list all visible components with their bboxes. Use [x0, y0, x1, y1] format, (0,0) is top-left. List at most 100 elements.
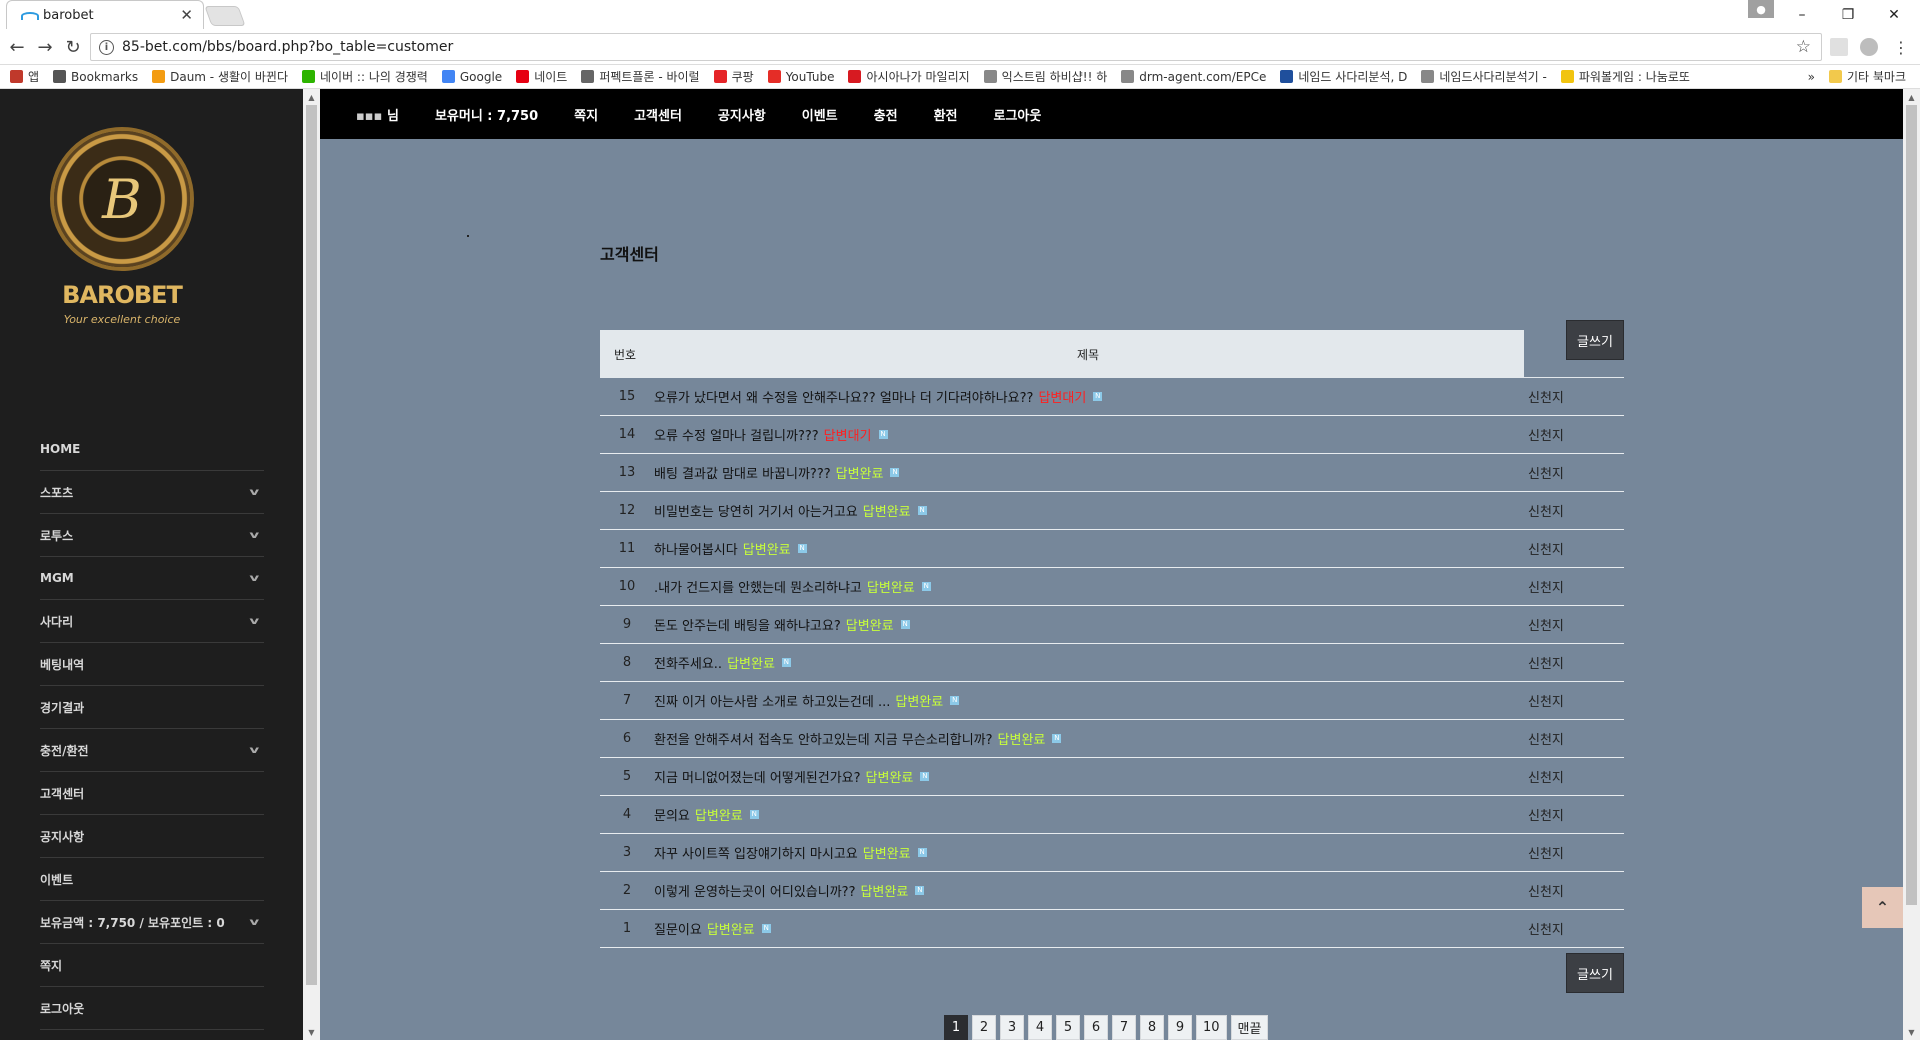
reload-icon[interactable]: ↻	[62, 36, 84, 58]
topnav-link[interactable]: 환전	[934, 105, 958, 124]
post-title[interactable]: 질문이요	[654, 919, 702, 938]
sidebar-item[interactable]: 고객센터	[40, 772, 264, 815]
url-input[interactable]: i 85-bet.com/bbs/board.php?bo_table=cust…	[90, 33, 1822, 61]
post-title[interactable]: 지금 머니없어졌는데 어떻게된건가요?	[654, 767, 861, 786]
barobet-logo[interactable]: B BAROBET Your excellent choice	[52, 131, 192, 331]
bookmark-item[interactable]: Google	[441, 70, 502, 84]
minimize-button[interactable]: –	[1780, 0, 1824, 29]
bookmark-item[interactable]: 파워볼게임 : 나눔로또	[1560, 68, 1690, 85]
sidebar-item[interactable]: 스포츠 v	[40, 471, 264, 514]
post-title[interactable]: .내가 건드지를 안했는데 뭔소리하냐고	[654, 577, 862, 596]
write-button-top[interactable]: 글쓰기	[1566, 320, 1624, 360]
page-button[interactable]: 7	[1112, 1015, 1136, 1040]
post-title-cell[interactable]: 지금 머니없어졌는데 어떻게된건가요? 답변완료 N	[654, 767, 1624, 786]
sidebar-item[interactable]: 쪽지	[40, 944, 264, 987]
chevron-up-icon[interactable]: ⌃	[1862, 887, 1903, 928]
table-row[interactable]: 6 환전을 안해주셔서 접속도 안하고있는데 지금 무슨소리합니까? 답변완료 N 신천…	[600, 720, 1624, 758]
site-info-icon[interactable]: i	[99, 39, 114, 55]
scroll-up-arrow-icon[interactable]: ▲	[303, 89, 320, 105]
topnav-link[interactable]: 충전	[874, 105, 898, 124]
post-title[interactable]: 배팅 결과값 맘대로 바꿉니까???	[654, 463, 831, 482]
extension-globe-icon[interactable]	[1860, 38, 1878, 56]
table-row[interactable]: 12 비밀번호는 당연히 거기서 아는거고요 답변완료 N 신천지	[600, 492, 1624, 530]
post-title[interactable]: 돈도 안주는데 배팅을 왜하냐고요?	[654, 615, 841, 634]
page-button[interactable]: 맨끝	[1230, 1015, 1269, 1040]
post-title[interactable]: 환전을 안해주셔서 접속도 안하고있는데 지금 무슨소리합니까?	[654, 729, 993, 748]
table-row[interactable]: 13 배팅 결과값 맘대로 바꿉니까??? 답변완료 N 신천지	[600, 454, 1624, 492]
sidebar-item[interactable]: 사다리 v	[40, 600, 264, 643]
table-row[interactable]: 2 이렇게 운영하는곳이 어디있습니까?? 답변완료 N 신천지	[600, 872, 1624, 910]
table-row[interactable]: 10 .내가 건드지를 안했는데 뭔소리하냐고 답변완료 N 신천지	[600, 568, 1624, 606]
page-scrollbar[interactable]: ▲ ▼	[1903, 89, 1920, 1040]
post-title[interactable]: 오류 수정 얼마나 걸립니까???	[654, 425, 819, 444]
bookmark-item[interactable]: Daum - 생활이 바뀐다	[152, 68, 288, 85]
post-title-cell[interactable]: 문의요 답변완료 N	[654, 805, 1624, 824]
sidebar-item[interactable]: 경기결과	[40, 686, 264, 729]
sidebar-item[interactable]: 베팅내역	[40, 643, 264, 686]
topnav-link[interactable]: 이벤트	[802, 105, 838, 124]
page-button[interactable]: 4	[1028, 1015, 1052, 1040]
page-scroll-thumb[interactable]	[1906, 105, 1917, 905]
topnav-link[interactable]: 쪽지	[574, 105, 598, 124]
bookmark-item[interactable]: YouTube	[767, 70, 834, 84]
bookmark-item[interactable]: 쿠팡	[713, 68, 754, 85]
menu-kebab-icon[interactable]: ⋮	[1890, 36, 1912, 58]
page-button[interactable]: 2	[972, 1015, 996, 1040]
bookmarks-overflow-button[interactable]: »	[1808, 70, 1815, 84]
post-title-cell[interactable]: 환전을 안해주셔서 접속도 안하고있는데 지금 무슨소리합니까? 답변완료 N	[654, 729, 1624, 748]
bookmark-item[interactable]: 네임드 사다리분석, D	[1280, 68, 1407, 85]
topnav-link[interactable]: 로그아웃	[994, 105, 1042, 124]
topnav-link[interactable]: 고객센터	[634, 105, 682, 124]
page-button[interactable]: 3	[1000, 1015, 1024, 1040]
tab-close-icon[interactable]: ✕	[180, 6, 193, 24]
scroll-down-arrow-icon[interactable]: ▼	[303, 1024, 320, 1040]
sidebar-item[interactable]: 로투스 v	[40, 514, 264, 557]
post-title[interactable]: 오류가 났다면서 왜 수정을 안해주나요?? 얼마나 더 기다려야하나요??	[654, 387, 1033, 406]
page-button[interactable]: 6	[1084, 1015, 1108, 1040]
new-tab-button[interactable]	[204, 6, 246, 26]
bookmark-item[interactable]: 퍼펙트플론 - 바이럴	[581, 68, 700, 85]
sidebar-item[interactable]: HOME	[40, 428, 264, 471]
page-button[interactable]: 10	[1196, 1015, 1227, 1040]
bookmark-item[interactable]: 익스트림 하비샵!! 하	[983, 68, 1107, 85]
table-row[interactable]: 15 오류가 났다면서 왜 수정을 안해주나요?? 얼마나 더 기다려야하나요??…	[600, 378, 1624, 416]
table-row[interactable]: 7 진짜 이거 아는사람 소개로 하고있는건데 ... 답변완료 N 신천지	[600, 682, 1624, 720]
bookmark-star-icon[interactable]: ☆	[1796, 37, 1811, 57]
profile-icon[interactable]: ●	[1748, 0, 1774, 18]
post-title[interactable]: 자꾸 사이트쪽 입장얘기하지 마시고요	[654, 843, 858, 862]
restore-button[interactable]: ❐	[1826, 0, 1870, 29]
post-title-cell[interactable]: 자꾸 사이트쪽 입장얘기하지 마시고요 답변완료 N	[654, 843, 1624, 862]
page-scroll-down-icon[interactable]: ▼	[1903, 1024, 1920, 1040]
post-title-cell[interactable]: 하나물어봅시다 답변완료 N	[654, 539, 1624, 558]
post-title-cell[interactable]: 진짜 이거 아는사람 소개로 하고있는건데 ... 답변완료 N	[654, 691, 1624, 710]
table-row[interactable]: 8 전화주세요.. 답변완료 N 신천지	[600, 644, 1624, 682]
page-button[interactable]: 5	[1056, 1015, 1080, 1040]
table-row[interactable]: 5 지금 머니없어졌는데 어떻게된건가요? 답변완료 N 신천지	[600, 758, 1624, 796]
extension-cast-icon[interactable]	[1830, 38, 1848, 56]
bookmark-item[interactable]: 네이트	[516, 68, 567, 85]
write-button-bottom[interactable]: 글쓰기	[1566, 953, 1624, 993]
page-scroll-up-icon[interactable]: ▲	[1903, 89, 1920, 105]
forward-arrow-icon[interactable]: →	[34, 36, 56, 58]
table-row[interactable]: 9 돈도 안주는데 배팅을 왜하냐고요? 답변완료 N 신천지	[600, 606, 1624, 644]
bookmark-item[interactable]: 아시아나가 마일리지	[848, 68, 970, 85]
sidebar-item[interactable]: 충전/환전 v	[40, 729, 264, 772]
bookmark-item[interactable]: drm-agent.com/EPCe	[1121, 70, 1266, 84]
post-title-cell[interactable]: 배팅 결과값 맘대로 바꿉니까??? 답변완료 N	[654, 463, 1624, 482]
post-title[interactable]: 진짜 이거 아는사람 소개로 하고있는건데 ...	[654, 691, 890, 710]
post-title-cell[interactable]: 돈도 안주는데 배팅을 왜하냐고요? 답변완료 N	[654, 615, 1624, 634]
sidebar-item[interactable]: 로그아웃	[40, 987, 264, 1030]
page-button[interactable]: 1	[944, 1015, 968, 1040]
post-title-cell[interactable]: 질문이요 답변완료 N	[654, 919, 1624, 938]
close-window-button[interactable]: ✕	[1872, 0, 1916, 29]
table-row[interactable]: 4 문의요 답변완료 N 신천지	[600, 796, 1624, 834]
bookmark-item[interactable]: Bookmarks	[53, 70, 138, 84]
table-row[interactable]: 3 자꾸 사이트쪽 입장얘기하지 마시고요 답변완료 N 신천지	[600, 834, 1624, 872]
topnav-link[interactable]: 공지사항	[718, 105, 766, 124]
page-button[interactable]: 8	[1140, 1015, 1164, 1040]
post-title[interactable]: 문의요	[654, 805, 690, 824]
bookmark-item[interactable]: 앱	[10, 68, 39, 85]
browser-tab[interactable]: barobet ✕	[6, 0, 204, 29]
other-bookmarks-folder[interactable]: 기타 북마크	[1828, 68, 1906, 85]
back-arrow-icon[interactable]: ←	[6, 36, 28, 58]
